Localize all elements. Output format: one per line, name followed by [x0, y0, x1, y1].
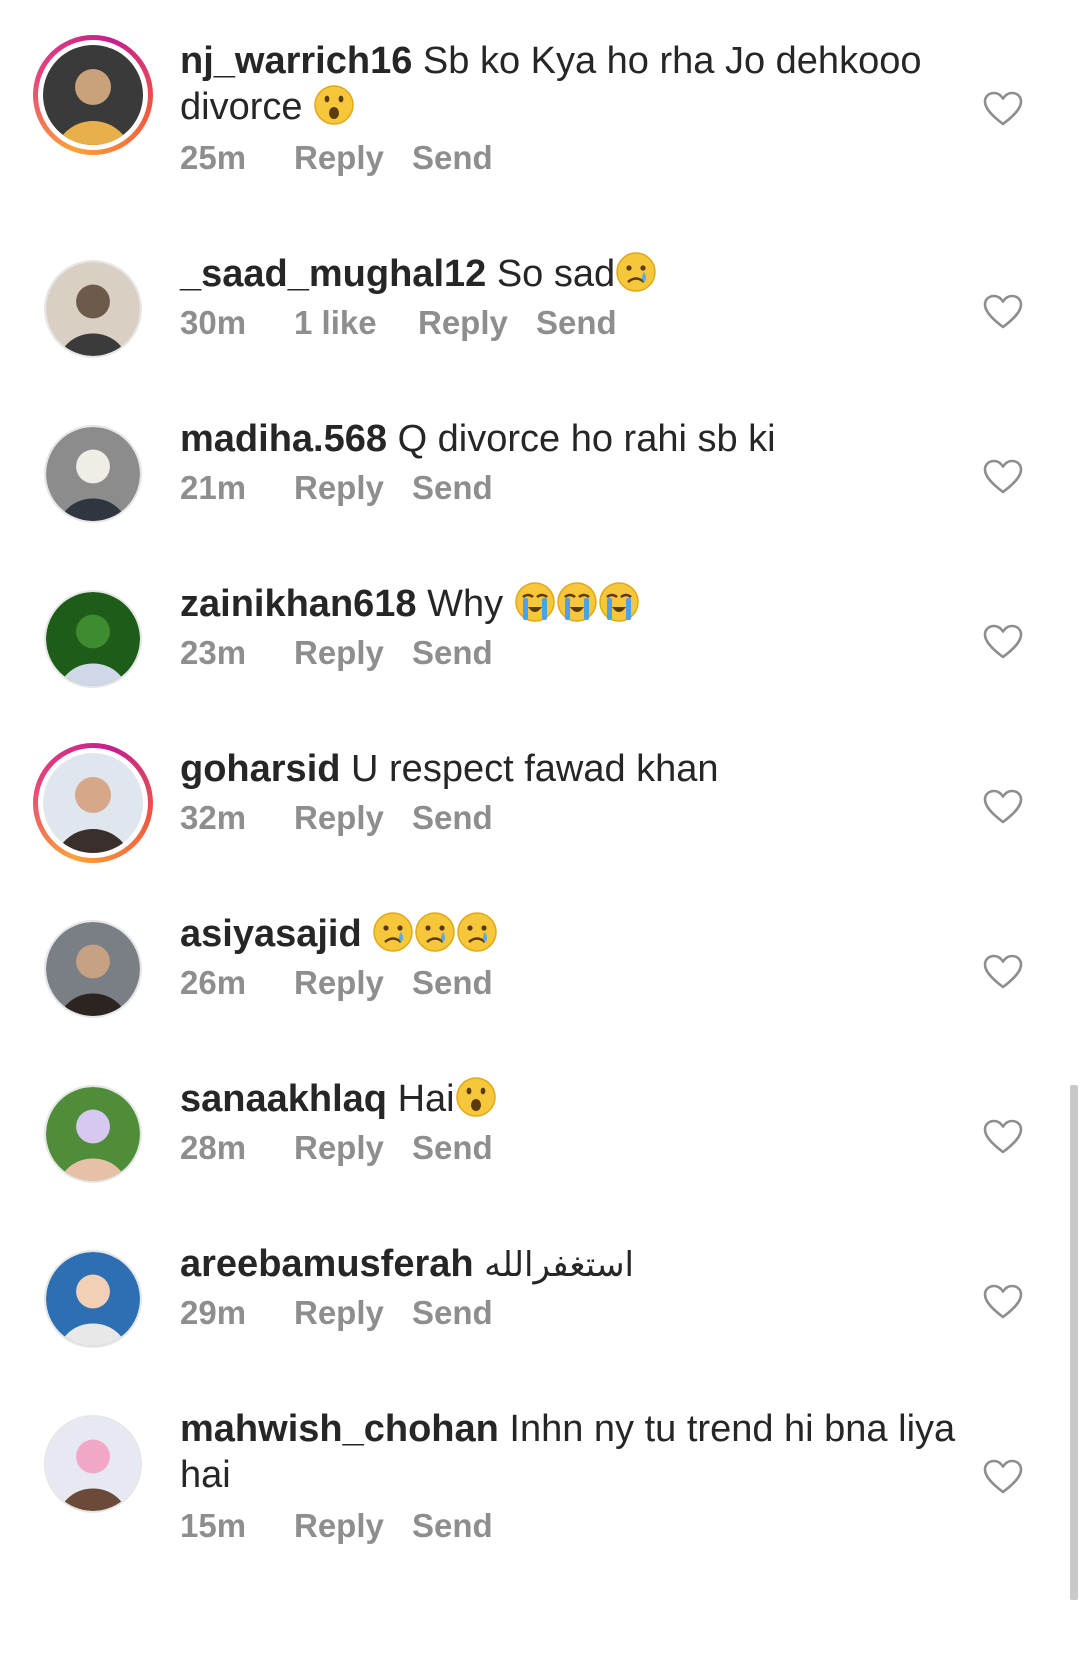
reply-button[interactable]: Reply: [294, 1293, 384, 1333]
username-link[interactable]: sanaakhlaq: [180, 1078, 387, 1120]
username-link[interactable]: _saad_mughal12: [180, 253, 486, 295]
comment-text: mahwish_chohan Inhn ny tu trend hi bna l…: [180, 1406, 970, 1498]
send-button[interactable]: Send: [412, 1128, 493, 1168]
heart-outline-icon[interactable]: [983, 954, 1023, 990]
comment-text: madiha.568 Q divorce ho rahi sb ki: [180, 416, 970, 462]
emoji-icon: [514, 582, 555, 622]
send-button[interactable]: Send: [412, 963, 493, 1003]
username-link[interactable]: madiha.568: [180, 418, 387, 460]
comment-time: 25m: [180, 139, 247, 176]
avatar[interactable]: [44, 1415, 142, 1513]
comment-time: 26m: [180, 964, 247, 1001]
avatar[interactable]: [33, 743, 153, 863]
comment-time: 23m: [180, 634, 247, 671]
comment-time: 29m: [180, 1294, 247, 1331]
username-link[interactable]: nj_warrich16: [180, 40, 412, 82]
heart-outline-icon[interactable]: [983, 1119, 1023, 1155]
comment-body: Why: [427, 583, 514, 625]
comment-body: استغفرالله: [484, 1245, 635, 1285]
comment-time: 30m: [180, 304, 247, 341]
heart-outline-icon[interactable]: [983, 789, 1023, 825]
avatar-image: [43, 45, 143, 145]
send-button[interactable]: Send: [536, 303, 617, 343]
scrollbar[interactable]: [1070, 1085, 1078, 1600]
emoji-icon: [373, 912, 413, 952]
avatar[interactable]: [44, 260, 142, 358]
emoji-icon: [314, 85, 354, 125]
comment-text: asiyasajid: [180, 911, 970, 957]
reply-button[interactable]: Reply: [294, 1128, 384, 1168]
reply-button[interactable]: Reply: [294, 468, 384, 508]
emoji-icon: [457, 912, 497, 952]
avatar[interactable]: [44, 1085, 142, 1183]
comment-time: 32m: [180, 799, 247, 836]
avatar[interactable]: [44, 425, 142, 523]
comment-body: U respect fawad khan: [351, 748, 719, 790]
username-link[interactable]: mahwish_chohan: [180, 1408, 499, 1450]
comment-body: Q divorce ho rahi sb ki: [397, 418, 776, 460]
reply-button[interactable]: Reply: [418, 303, 508, 343]
avatar-image: [46, 592, 140, 686]
avatar-image: [46, 427, 140, 521]
send-button[interactable]: Send: [412, 798, 493, 838]
emoji-icon: [455, 1077, 496, 1117]
avatar-image: [46, 1417, 140, 1511]
heart-outline-icon[interactable]: [983, 1284, 1023, 1320]
comment-time: 15m: [180, 1507, 247, 1544]
heart-outline-icon[interactable]: [983, 459, 1023, 495]
comment-text: nj_warrich16 Sb ko Kya ho rha Jo dehkooo…: [180, 38, 970, 130]
heart-outline-icon[interactable]: [983, 294, 1023, 330]
avatar-image: [46, 922, 140, 1016]
send-button[interactable]: Send: [412, 1506, 493, 1546]
emoji-icon: [616, 252, 656, 292]
heart-outline-icon[interactable]: [983, 91, 1023, 127]
send-button[interactable]: Send: [412, 138, 493, 178]
comment-text: _saad_mughal12 So sad: [180, 251, 970, 297]
comment-time: 21m: [180, 469, 247, 506]
send-button[interactable]: Send: [412, 633, 493, 673]
heart-outline-icon[interactable]: [983, 624, 1023, 660]
username-link[interactable]: zainikhan618: [180, 583, 417, 625]
comment-text: zainikhan618 Why: [180, 581, 970, 627]
avatar-image: [46, 1087, 140, 1181]
reply-button[interactable]: Reply: [294, 633, 384, 673]
username-link[interactable]: areebamusferah: [180, 1243, 474, 1285]
avatar-image: [46, 1252, 140, 1346]
avatar[interactable]: [44, 920, 142, 1018]
username-link[interactable]: asiyasajid: [180, 913, 362, 955]
heart-outline-icon[interactable]: [983, 1459, 1023, 1495]
likes-count[interactable]: 1 like: [294, 303, 377, 343]
reply-button[interactable]: Reply: [294, 798, 384, 838]
reply-button[interactable]: Reply: [294, 138, 384, 178]
comment-body: Hai: [397, 1078, 455, 1120]
emoji-icon: [415, 912, 455, 952]
emoji-icon: [598, 582, 639, 622]
reply-button[interactable]: Reply: [294, 1506, 384, 1546]
comment-body: So sad: [496, 253, 616, 295]
reply-button[interactable]: Reply: [294, 963, 384, 1003]
avatar-image: [43, 753, 143, 853]
comment-text: sanaakhlaq Hai: [180, 1076, 970, 1122]
avatar-image: [46, 262, 140, 356]
comment-text: goharsid U respect fawad khan: [180, 746, 970, 792]
username-link[interactable]: goharsid: [180, 748, 340, 790]
avatar[interactable]: [44, 590, 142, 688]
avatar[interactable]: [33, 35, 153, 155]
send-button[interactable]: Send: [412, 1293, 493, 1333]
send-button[interactable]: Send: [412, 468, 493, 508]
emoji-icon: [556, 582, 597, 622]
comment-time: 28m: [180, 1129, 247, 1166]
avatar[interactable]: [44, 1250, 142, 1348]
comment-text: areebamusferah استغفرالله: [180, 1241, 970, 1288]
